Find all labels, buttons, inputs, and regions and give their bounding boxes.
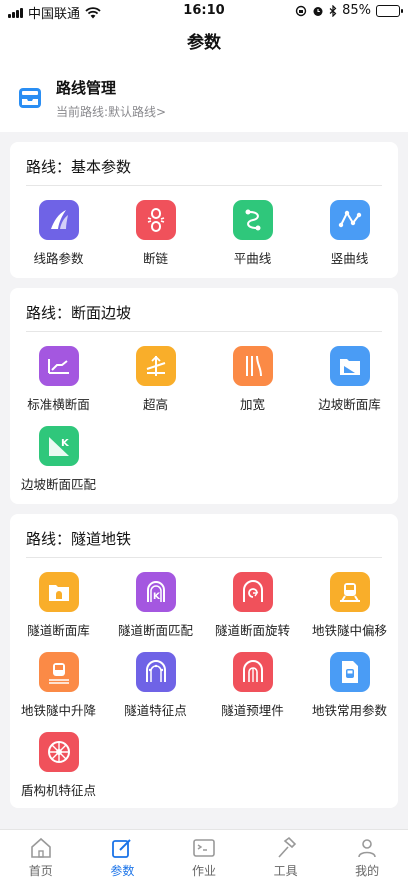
item-label: 隧道断面匹配 bbox=[117, 623, 193, 638]
svg-text:K: K bbox=[61, 438, 70, 449]
terminal-icon bbox=[193, 839, 215, 857]
metro-lift-icon bbox=[38, 652, 79, 692]
tab-tools[interactable]: 工具 bbox=[245, 830, 327, 883]
alarm-icon bbox=[313, 6, 323, 16]
tab-mine[interactable]: 我的 bbox=[326, 830, 408, 883]
item-tunnel-library[interactable]: 隧道断面库 bbox=[10, 572, 107, 652]
nav-bar: 参数 bbox=[0, 22, 408, 64]
item-label: 边坡断面匹配 bbox=[20, 477, 96, 492]
item-tunnel-rotate[interactable]: 隧道断面旋转 bbox=[204, 572, 301, 652]
item-label: 地铁隧中升降 bbox=[20, 703, 96, 718]
status-bar: 中国联通 16:10 85% bbox=[0, 0, 408, 22]
tunnel-rotate-icon bbox=[232, 572, 273, 612]
svg-text:K: K bbox=[153, 592, 161, 602]
metro-offset-icon bbox=[329, 572, 370, 612]
superelevation-icon bbox=[135, 346, 176, 386]
item-horizontal-curve[interactable]: 平曲线 bbox=[204, 200, 301, 280]
tab-jobs[interactable]: 作业 bbox=[163, 830, 245, 883]
item-label: 边坡断面库 bbox=[318, 397, 381, 412]
chevron-right-icon: > bbox=[156, 104, 167, 119]
section-title: 路线：隧道地铁 bbox=[26, 514, 382, 558]
edit-icon bbox=[112, 839, 132, 858]
tunnel-library-icon bbox=[38, 572, 79, 612]
item-label: 平曲线 bbox=[233, 251, 272, 266]
item-tunnel-match[interactable]: K 隧道断面匹配 bbox=[107, 572, 204, 652]
item-label: 隧道断面库 bbox=[27, 623, 90, 638]
section-title: 路线：基本参数 bbox=[26, 142, 382, 186]
item-label: 标准横断面 bbox=[27, 397, 90, 412]
item-superelevation[interactable]: 超高 bbox=[107, 346, 204, 426]
tab-label: 首页 bbox=[28, 864, 53, 878]
tunnel-feature-icon bbox=[135, 652, 176, 692]
user-icon bbox=[358, 839, 376, 858]
tab-bar: 首页 参数 作业 工具 我的 bbox=[0, 829, 408, 883]
item-label: 隧道预埋件 bbox=[221, 703, 284, 718]
cross-section-icon bbox=[38, 346, 79, 386]
slope-library-icon bbox=[329, 346, 370, 386]
item-label: 断链 bbox=[142, 251, 168, 266]
item-shield-machine[interactable]: 盾构机特征点 bbox=[10, 732, 107, 812]
item-label: 超高 bbox=[142, 397, 168, 412]
item-label: 隧道断面旋转 bbox=[214, 623, 290, 638]
item-tunnel-feature[interactable]: 隧道特征点 bbox=[107, 652, 204, 732]
hammer-icon bbox=[277, 836, 296, 858]
horizontal-curve-icon bbox=[232, 200, 273, 240]
item-label: 盾构机特征点 bbox=[20, 783, 96, 798]
item-broken-chain[interactable]: 断链 bbox=[107, 200, 204, 280]
item-label: 加宽 bbox=[239, 397, 265, 412]
route-manage-title: 路线管理 bbox=[56, 78, 117, 97]
item-widening[interactable]: 加宽 bbox=[204, 346, 301, 426]
current-route-text: 当前路线:默认路线> bbox=[56, 103, 166, 120]
section-tunnel-metro: 路线：隧道地铁 隧道断面库 K 隧道断面匹配 隧道断面旋转 地铁隧中偏移 地铁隧… bbox=[10, 514, 398, 808]
tray-icon bbox=[19, 88, 41, 108]
route-manage-card[interactable]: 路线管理 当前路线:默认路线> bbox=[0, 64, 408, 132]
battery-percent: 85% bbox=[342, 3, 371, 18]
tunnel-match-icon: K bbox=[135, 572, 176, 612]
item-metro-offset[interactable]: 地铁隧中偏移 bbox=[301, 572, 398, 652]
section-title: 路线：断面边坡 bbox=[26, 288, 382, 332]
metro-params-icon bbox=[329, 652, 370, 692]
vertical-curve-icon bbox=[329, 200, 370, 240]
item-label: 隧道特征点 bbox=[124, 703, 187, 718]
page-title: 参数 bbox=[187, 33, 221, 53]
tunnel-embedded-icon bbox=[232, 652, 273, 692]
road-icon bbox=[38, 200, 79, 240]
broken-chain-icon bbox=[135, 200, 176, 240]
section-cross-slope: 路线：断面边坡 标准横断面 超高 加宽 边坡断面库 K 边坡断面匹配 bbox=[10, 288, 398, 504]
item-metro-lift[interactable]: 地铁隧中升降 bbox=[10, 652, 107, 732]
battery-icon bbox=[376, 4, 403, 17]
item-label: 线路参数 bbox=[33, 251, 84, 266]
current-route-label: 当前路线:默认路线 bbox=[56, 104, 157, 119]
item-standard-cross-section[interactable]: 标准横断面 bbox=[10, 346, 107, 426]
item-metro-params[interactable]: 地铁常用参数 bbox=[301, 652, 398, 732]
shield-machine-icon bbox=[38, 732, 79, 772]
section-basic-params: 路线：基本参数 线路参数 断链 平曲线 竖曲线 bbox=[10, 142, 398, 278]
item-tunnel-embedded[interactable]: 隧道预埋件 bbox=[204, 652, 301, 732]
widening-icon bbox=[232, 346, 273, 386]
tab-label: 作业 bbox=[191, 864, 216, 878]
item-label: 地铁隧中偏移 bbox=[311, 623, 387, 638]
item-label: 地铁常用参数 bbox=[311, 703, 387, 718]
lock-rotation-icon bbox=[295, 5, 307, 16]
item-label: 竖曲线 bbox=[330, 251, 369, 266]
slope-match-icon: K bbox=[38, 426, 79, 466]
home-icon bbox=[30, 837, 51, 858]
item-slope-library[interactable]: 边坡断面库 bbox=[301, 346, 398, 426]
tab-label: 我的 bbox=[355, 864, 380, 878]
item-route-params[interactable]: 线路参数 bbox=[10, 200, 107, 280]
item-slope-match[interactable]: K 边坡断面匹配 bbox=[10, 426, 107, 506]
tab-label: 参数 bbox=[110, 864, 135, 878]
item-vertical-curve[interactable]: 竖曲线 bbox=[301, 200, 398, 280]
tab-label: 工具 bbox=[273, 864, 298, 878]
tab-params[interactable]: 参数 bbox=[82, 830, 164, 883]
tab-home[interactable]: 首页 bbox=[0, 830, 82, 883]
bluetooth-icon bbox=[329, 4, 337, 17]
